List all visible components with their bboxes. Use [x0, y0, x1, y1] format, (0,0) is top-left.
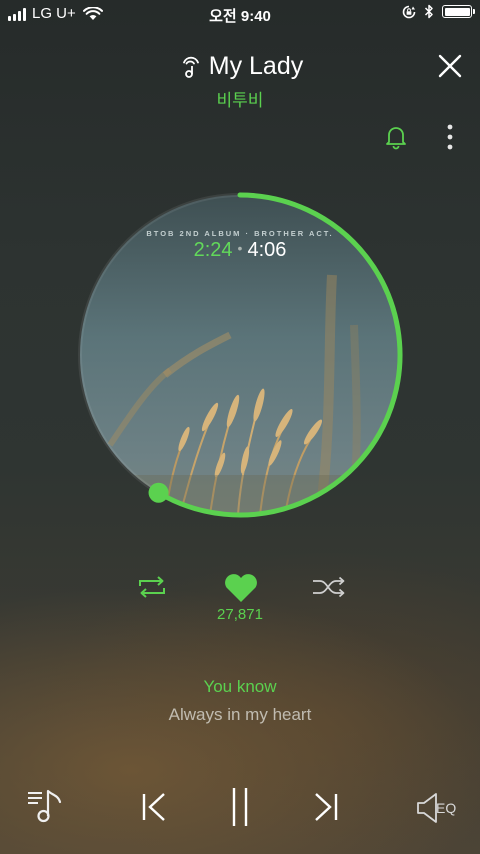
carrier-name: LG U+	[32, 5, 76, 22]
previous-button[interactable]	[138, 789, 170, 825]
status-bar: LG U+ 오전 9:40	[0, 0, 480, 28]
pause-icon	[232, 788, 248, 826]
previous-icon	[142, 793, 165, 821]
album-art-player: BTOB 2ND ALBUM · BROTHER ACT. 2:24 • 4:06	[70, 185, 410, 525]
equalizer-button[interactable]: EQ	[414, 790, 464, 826]
eq-label: EQ	[436, 800, 457, 816]
total-time: 4:06	[247, 239, 287, 261]
shuffle-button[interactable]	[310, 574, 348, 600]
battery-icon	[442, 5, 475, 18]
time-separator: •	[237, 240, 243, 256]
playlist-button[interactable]	[24, 786, 68, 826]
status-bar-left: LG U+	[8, 5, 103, 22]
next-button[interactable]	[310, 789, 342, 825]
bluetooth-icon	[424, 4, 433, 19]
song-title-row: My Lady	[0, 46, 480, 86]
bell-icon	[386, 127, 406, 150]
repeat-button[interactable]	[134, 574, 170, 600]
status-bar-right	[402, 4, 475, 19]
notification-button[interactable]	[384, 124, 408, 150]
music-note-icon	[182, 56, 199, 78]
more-options-button[interactable]	[440, 122, 460, 152]
wifi-icon	[82, 6, 103, 20]
lyric-current-line[interactable]: You know	[0, 677, 480, 697]
song-title: My Lady	[208, 51, 304, 80]
close-icon	[438, 54, 462, 78]
repeat-icon	[139, 576, 165, 598]
like-count: 27,871	[217, 606, 263, 623]
lyric-next-line[interactable]: Always in my heart	[0, 705, 480, 725]
playlist-icon	[28, 789, 62, 823]
next-icon	[315, 793, 338, 821]
like-button[interactable]	[222, 572, 260, 604]
battery-fill	[444, 7, 470, 16]
close-button[interactable]	[434, 50, 466, 82]
elapsed-time: 2:24	[193, 239, 233, 261]
orientation-lock-icon	[402, 5, 416, 18]
artist-name[interactable]: 비투비	[0, 86, 480, 111]
playback-time: 2:24 • 4:06	[70, 239, 410, 262]
signal-icon	[8, 7, 26, 21]
pause-button[interactable]	[222, 784, 258, 830]
shuffle-icon	[313, 576, 345, 598]
more-vertical-icon	[447, 124, 453, 150]
album-caption: BTOB 2ND ALBUM · BROTHER ACT.	[146, 229, 334, 238]
heart-icon	[225, 574, 257, 602]
progress-knob[interactable]	[148, 482, 169, 503]
